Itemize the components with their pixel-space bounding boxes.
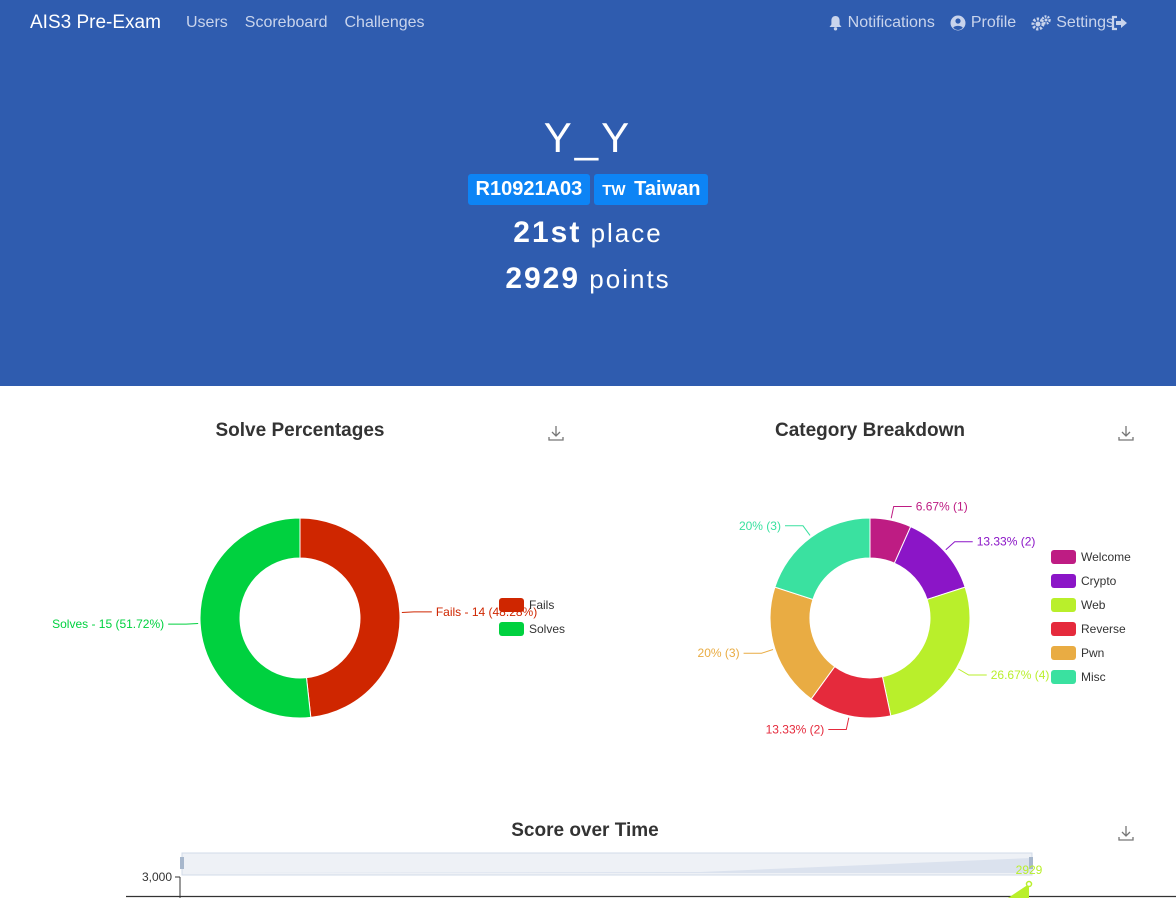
cat-pie-legend-swatch-welcome[interactable]	[1051, 550, 1076, 564]
solve-pie-slice-solves[interactable]	[199, 517, 312, 719]
cat-pie-leader-web	[958, 668, 987, 676]
cat-pie-label-web: 26.67% (4)	[991, 668, 1050, 682]
cat-pie-leader-crypto	[945, 541, 973, 551]
solve-pie-label-solves: Solves - 15 (51.72%)	[52, 617, 164, 631]
cat-pie-leader-pwn	[743, 649, 774, 654]
solve-pie-legend-swatch-solves[interactable]	[499, 622, 524, 636]
cat-pie-legend-label-welcome[interactable]: Welcome	[1081, 550, 1131, 564]
cat-pie-slice-web[interactable]	[881, 586, 971, 717]
solve-pie-legend-label-solves[interactable]: Solves	[529, 622, 565, 636]
score-area	[1008, 884, 1029, 898]
cat-pie-legend-swatch-web[interactable]	[1051, 598, 1076, 612]
cat-pie-legend-label-reverse[interactable]: Reverse	[1081, 622, 1126, 636]
y-tick-label: 3,000	[142, 870, 172, 884]
cat-pie-slice-misc[interactable]	[774, 517, 871, 601]
solve-pie-slice-fails[interactable]	[299, 517, 401, 718]
cat-pie-legend-swatch-crypto[interactable]	[1051, 574, 1076, 588]
score-last-label: 2929	[1016, 863, 1043, 877]
solve-pie-leader-fails	[401, 611, 432, 613]
solve-pie-legend-label-fails[interactable]: Fails	[529, 598, 554, 612]
cat-pie-legend-label-misc[interactable]: Misc	[1081, 670, 1106, 684]
cat-pie-legend-label-crypto[interactable]: Crypto	[1081, 574, 1117, 588]
cat-pie-label-crypto: 13.33% (2)	[977, 535, 1036, 549]
cat-pie-legend-swatch-misc[interactable]	[1051, 670, 1076, 684]
cat-pie-label-pwn: 20% (3)	[698, 646, 740, 660]
charts-canvas: Fails - 14 (48.28%)Solves - 15 (51.72%)F…	[52, 499, 1176, 898]
cat-pie-legend-label-pwn[interactable]: Pwn	[1081, 646, 1104, 660]
cat-pie-legend-swatch-pwn[interactable]	[1051, 646, 1076, 660]
solve-pie-legend-swatch-fails[interactable]	[499, 598, 524, 612]
score-last-point[interactable]	[1025, 880, 1033, 888]
data-zoom-left-handle[interactable]	[180, 857, 184, 869]
score-over-time-chart: 3,000 2929	[126, 852, 1176, 898]
solve-pie-leader-solves	[168, 623, 199, 625]
cat-pie-legend-swatch-reverse[interactable]	[1051, 622, 1076, 636]
cat-pie-label-welcome: 6.67% (1)	[916, 499, 968, 513]
cat-pie-leader-reverse	[828, 717, 850, 731]
cat-pie-legend-label-web[interactable]: Web	[1081, 598, 1106, 612]
cat-pie-leader-welcome	[890, 505, 912, 519]
cat-pie-label-misc: 20% (3)	[739, 519, 781, 533]
solve-percentages-chart: Fails - 14 (48.28%)Solves - 15 (51.72%)F…	[52, 517, 565, 719]
cat-pie-label-reverse: 13.33% (2)	[766, 723, 825, 737]
category-breakdown-chart: 6.67% (1) 13.33% (2) 26.67% (4) 13.33% (2) 2…	[698, 499, 1132, 736]
cat-pie-leader-misc	[784, 525, 811, 536]
